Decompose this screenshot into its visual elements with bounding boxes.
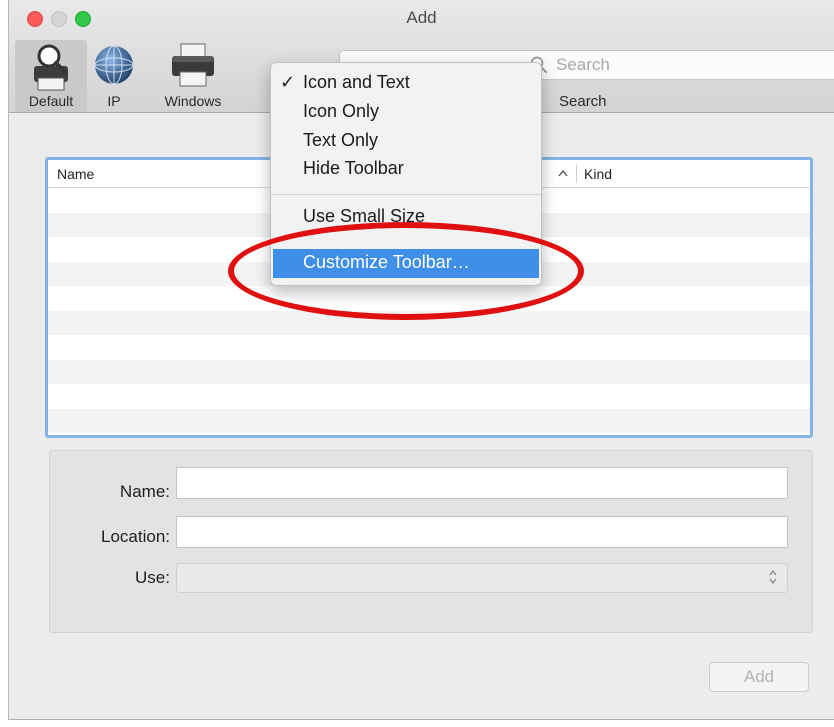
menu-item-label: Customize Toolbar… — [303, 252, 470, 272]
location-field[interactable] — [176, 516, 788, 548]
toolbar-item-ip[interactable]: IP — [91, 40, 137, 112]
column-header-name[interactable]: Name — [57, 166, 94, 182]
printer-magnifier-icon — [28, 42, 74, 97]
list-row — [48, 335, 810, 360]
sort-ascending-icon — [558, 166, 568, 180]
toolbar-item-label: IP — [107, 93, 121, 109]
add-button[interactable]: Add — [709, 662, 809, 692]
menu-item-label: Use Small Size — [303, 206, 426, 226]
printer-details-form: Name: Location: Use: — [49, 450, 813, 633]
menu-item-label: Icon and Text — [303, 72, 410, 92]
column-header-kind[interactable]: Kind — [584, 166, 612, 182]
use-label: Use: — [135, 568, 170, 587]
list-row — [48, 408, 810, 433]
menu-separator — [271, 194, 541, 195]
toolbar-context-menu: ✓ Icon and Text Icon Only Text Only Hide… — [270, 62, 542, 286]
search-placeholder: Search — [556, 55, 610, 74]
menu-item-hide-toolbar[interactable]: Hide Toolbar — [271, 155, 541, 184]
menu-item-icon-and-text[interactable]: ✓ Icon and Text — [271, 69, 541, 98]
list-row — [48, 384, 810, 409]
menu-item-icon-only[interactable]: Icon Only — [271, 98, 541, 127]
name-field[interactable] — [176, 467, 788, 499]
menu-item-customize-toolbar[interactable]: Customize Toolbar… — [273, 249, 539, 278]
toolbar-item-label: Default — [28, 93, 74, 109]
name-label: Name: — [119, 482, 170, 501]
toolbar-item-default[interactable]: Default — [15, 40, 87, 112]
location-label: Location: — [101, 527, 170, 546]
printer-icon — [168, 42, 218, 95]
menu-item-label: Text Only — [303, 130, 379, 150]
chevron-up-down-icon — [768, 567, 778, 588]
checkmark-icon: ✓ — [280, 72, 296, 92]
column-divider[interactable] — [576, 164, 577, 183]
globe-icon — [92, 42, 136, 93]
use-select[interactable] — [176, 563, 788, 593]
window-title: Add — [406, 8, 437, 27]
menu-item-label: Icon Only — [303, 101, 380, 121]
toolbar-item-label: Windows — [164, 93, 222, 109]
menu-item-label: Hide Toolbar — [303, 158, 404, 178]
toolbar-item-windows[interactable]: Windows — [149, 40, 237, 112]
menu-item-text-only[interactable]: Text Only — [271, 127, 541, 156]
list-row — [48, 310, 810, 335]
list-row — [48, 286, 810, 311]
search-toolbar-label: Search — [559, 93, 607, 110]
menu-item-use-small-size[interactable]: Use Small Size — [271, 203, 541, 232]
list-row — [48, 359, 810, 384]
